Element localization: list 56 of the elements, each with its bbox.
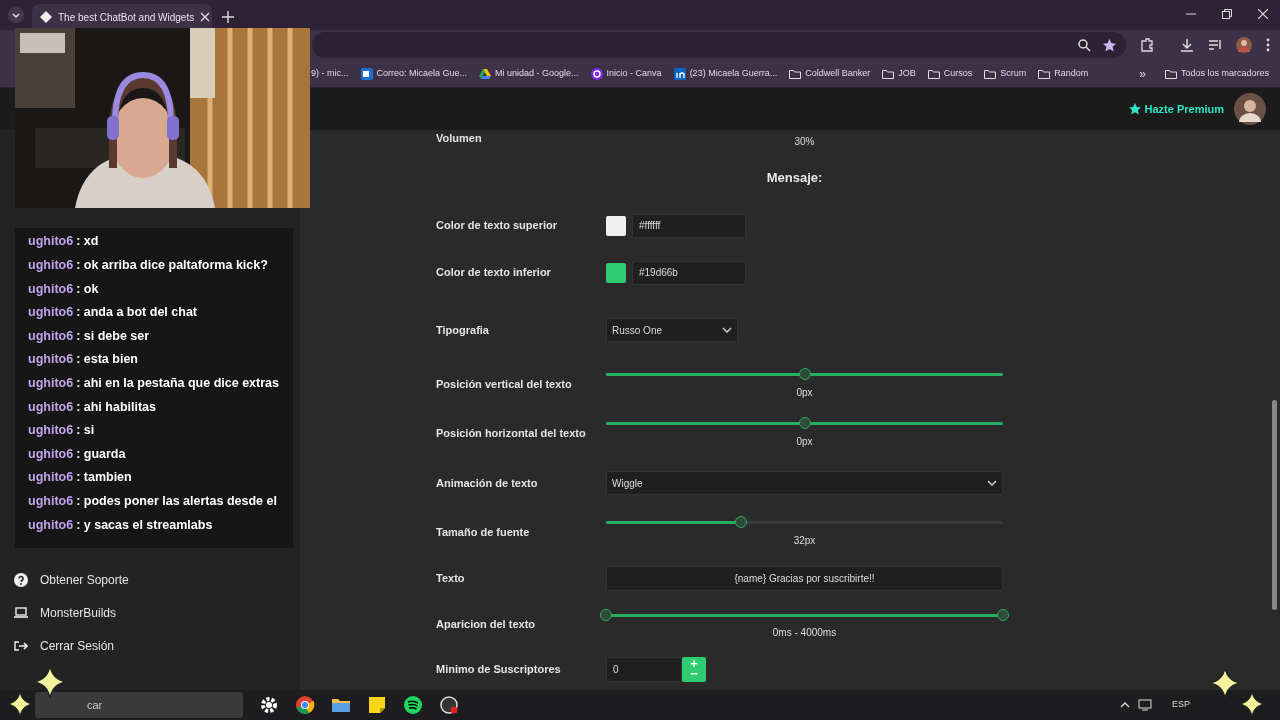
field-label: Tipografia (436, 322, 490, 338)
field-label: Color de texto inferior (436, 265, 552, 281)
chat-message: ughito6 : tambien (27, 469, 133, 487)
chat-message: ughito6 : si (27, 422, 96, 440)
field-label: Color de texto superior (436, 218, 559, 234)
premium-link[interactable]: Hazte Premium (1128, 100, 1224, 118)
search-field[interactable]: car (35, 692, 243, 718)
color-input-field[interactable]: #19d66b (632, 260, 746, 285)
dropdown[interactable]: Wiggle (606, 471, 1003, 495)
chat-message: ughito6 : anda a bot del chat (27, 304, 198, 322)
slider-value: 0px (796, 385, 813, 400)
chat-message: ughito6 : si debe ser (27, 327, 151, 345)
section-heading: Mensaje: (765, 169, 823, 188)
field-label: Minimo de Suscriptores (436, 661, 562, 677)
language-indicator[interactable]: ESP (1172, 698, 1190, 712)
bookmark[interactable]: Todos los marcadores (1161, 62, 1272, 85)
chat-message: ughito6 : esta bien (27, 351, 139, 369)
slider-value: 32px (793, 533, 816, 548)
more-bookmarks-button[interactable]: » (1139, 64, 1146, 83)
chat-message: ughito6 : xd (27, 233, 100, 251)
field-label: Posición vertical del texto (436, 376, 573, 392)
bookmark[interactable]: Cursos (924, 62, 976, 85)
bookmark[interactable]: JOB (879, 62, 919, 85)
chat-message: ughito6 : ahi en la pestaña que dice extras (27, 375, 280, 392)
field-label: Tamaño de fuente (436, 524, 531, 540)
sidebar-item[interactable]: Obtener Soporte (14, 570, 300, 590)
slider-value: 0ms - 4000ms (772, 626, 837, 640)
chat-message: ughito6 : ok (27, 280, 100, 298)
field-label: Texto (436, 571, 466, 587)
sidebar-item[interactable]: Cerrar Sesión (14, 636, 300, 656)
field-label: Animación de texto (436, 475, 539, 491)
chat-message: ughito6 : ok arriba dice paltaforma kick? (27, 257, 269, 274)
bookmark[interactable]: Scrum (981, 62, 1030, 85)
chat-message: ughito6 : podes poner las alertas desde el (27, 492, 278, 510)
bookmark[interactable]: (23) Micaela Guerra... (670, 62, 781, 85)
field-label: Posición horizontal del texto (436, 425, 587, 441)
bookmark[interactable]: Correo: Micaela Gue... (357, 62, 471, 85)
sidebar-item[interactable]: MonsterBuilds (14, 603, 300, 623)
bookmark[interactable]: Random (1035, 62, 1092, 85)
field-label: Aparicion del texto (436, 617, 537, 633)
chat-message: ughito6 : ahi habilitas (27, 398, 158, 416)
dropdown[interactable]: Russo One (606, 318, 738, 342)
text-field[interactable]: {name} Gracias por suscribirte!! (606, 566, 1003, 591)
browser-tab[interactable]: The best ChatBot and Widgets (32, 4, 212, 30)
tab-title: The best ChatBot and Widgets (58, 10, 195, 25)
slider-value: 0px (796, 434, 813, 449)
number-field[interactable]: 0 (606, 656, 682, 682)
chat-message: ughito6 : y sacas el streamlabs (27, 516, 214, 534)
color-input-field[interactable]: #ffffff (632, 213, 746, 238)
field-label: Volumen (436, 131, 483, 146)
bookmark[interactable]: Inicio - Canva (587, 62, 665, 85)
slider-value: 30% (793, 135, 816, 149)
bookmark[interactable]: 9) - mic... (308, 62, 352, 85)
bookmark[interactable]: Mi unidad - Google... (476, 62, 582, 85)
bookmark[interactable]: Coldwell Banker (786, 62, 874, 85)
chat-message: ughito6 : guarda (27, 445, 127, 463)
